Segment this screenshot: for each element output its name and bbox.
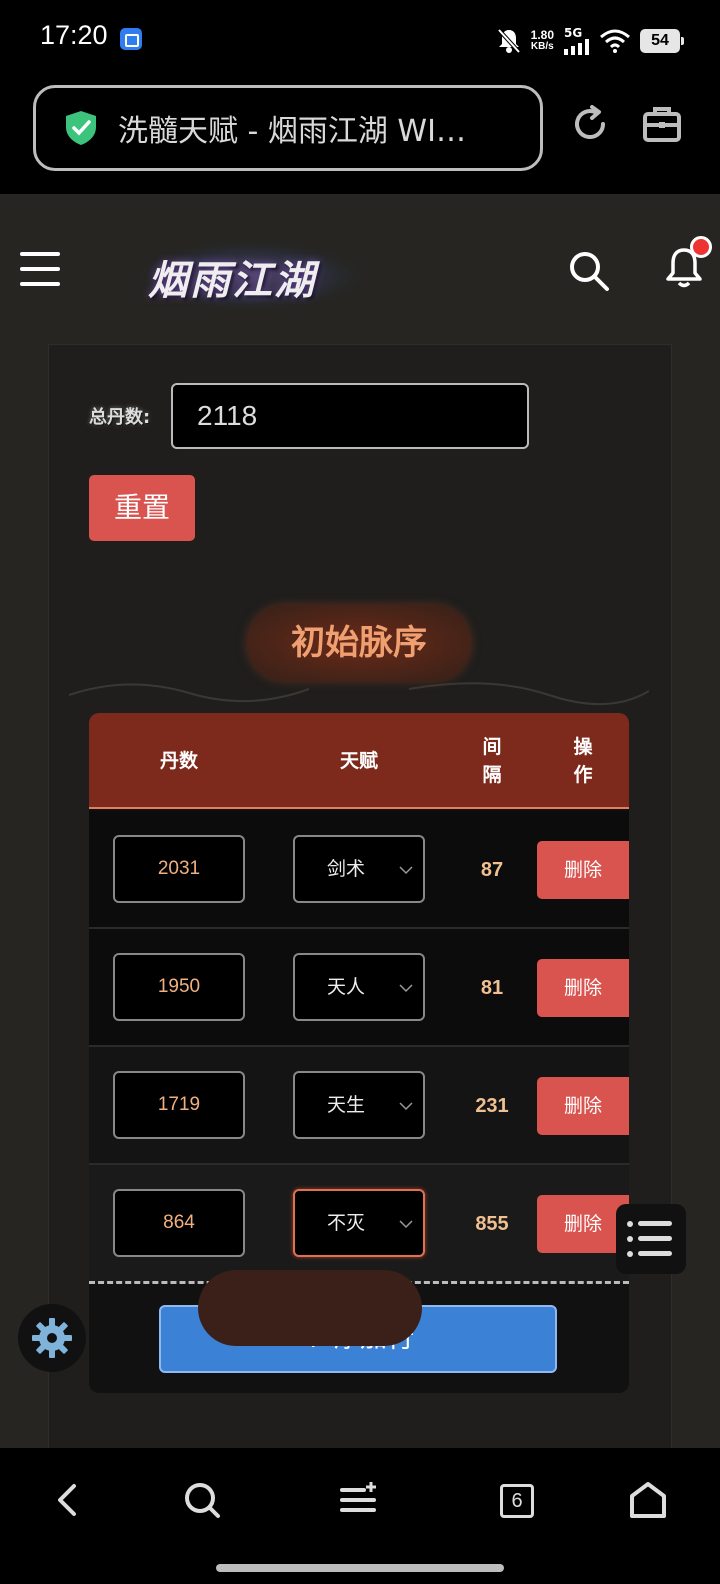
secure-shield-icon [66,111,96,145]
section-title: 初始脉序 [247,605,471,681]
delete-row-button[interactable]: 删除 [537,841,629,899]
status-icons: 1.80 KB/s 5G 54 [497,24,684,58]
chevron-down-icon [399,1102,413,1111]
talent-value: 天人 [327,976,366,998]
talent-select[interactable]: 天生 [293,1071,425,1139]
status-time: 17:20 [40,20,108,50]
network-type: 5G [564,26,583,40]
delete-row-button[interactable]: 删除 [537,1077,629,1135]
menu-lines-icon[interactable] [338,1480,378,1520]
wifi-icon [600,29,630,53]
browser-toolbar: 洗髓天赋 - 烟雨江湖 WI… [0,80,720,194]
address-bar[interactable]: 洗髓天赋 - 烟雨江湖 WI… [33,85,543,171]
dan-input[interactable]: 1719 [113,1071,245,1139]
next-section-title [198,1270,422,1346]
browser-bottom-nav: 6 [0,1448,720,1584]
talent-value: 不灭 [327,1212,366,1234]
site-logo[interactable]: 烟雨江湖 [130,234,370,314]
logo-text: 烟雨江湖 [148,257,316,304]
delete-row-button[interactable]: 删除 [537,959,629,1017]
chevron-down-icon [399,1220,413,1229]
header-dan: 丹数 [159,750,198,772]
toolbox-icon[interactable] [642,104,682,144]
table-row: 2031 剑术 87 删除 [89,811,629,929]
bell-muted-icon [497,28,521,54]
table-row: 1950 天人 81 删除 [89,929,629,1047]
menu-icon[interactable] [20,252,60,286]
dan-input[interactable]: 1950 [113,953,245,1021]
talent-select[interactable]: 剑术 [293,835,425,903]
speed-value: 1.80 [530,28,554,42]
table-of-contents-button[interactable] [616,1204,686,1274]
dan-input[interactable]: 2031 [113,835,245,903]
chevron-down-icon [399,984,413,993]
talent-select[interactable]: 天人 [293,953,425,1021]
chevron-down-icon [399,866,413,875]
table-row: 864 不灭 855 删除 [89,1165,629,1283]
search-icon[interactable] [568,250,610,292]
app-notification-icon [120,28,142,50]
gap-value: 231 [475,1095,509,1117]
battery-indicator: 54 [640,29,684,53]
cell-signal: 5G [564,27,590,55]
table-header: 丹数 天赋 间 隔 操 作 [89,713,629,809]
header-gap: 间 隔 [482,736,502,786]
header-op: 操 作 [573,736,593,786]
talent-value: 天生 [327,1094,366,1116]
talent-value: 剑术 [327,858,366,880]
home-icon[interactable] [628,1480,668,1520]
gap-value: 855 [475,1213,509,1235]
header-talent: 天赋 [339,750,378,772]
speed-unit: KB/s [530,41,554,52]
home-indicator[interactable] [216,1564,504,1572]
section-divider [69,682,649,706]
reload-icon[interactable] [570,104,610,144]
gap-value: 87 [480,859,504,881]
status-bar: 17:20 1.80 KB/s 5G 54 [0,0,720,80]
notification-badge [690,236,712,258]
list-icon [627,1221,672,1257]
search-icon[interactable] [182,1480,222,1520]
total-dan-label: 总丹数: [89,407,151,428]
back-icon[interactable] [50,1480,86,1520]
network-speed: 1.80 KB/s [531,29,554,53]
talent-select[interactable]: 不灭 [293,1189,425,1257]
gear-icon [32,1318,72,1358]
total-dan-input[interactable]: 2118 [171,383,529,449]
reset-button[interactable]: 重置 [89,475,195,541]
page-title-in-address: 洗髓天赋 - 烟雨江湖 WI… [118,114,466,149]
tabs-button[interactable]: 6 [500,1484,534,1518]
web-page: 烟雨江湖 总丹数: 2118 重置 初始脉序 丹数 天赋 间 隔 操 作 203… [0,194,720,1448]
table-row: 1719 天生 231 删除 [89,1047,629,1165]
dan-input[interactable]: 864 [113,1189,245,1257]
gap-value: 81 [480,977,504,999]
signal-bars-icon [564,39,589,55]
settings-button[interactable] [18,1304,86,1372]
